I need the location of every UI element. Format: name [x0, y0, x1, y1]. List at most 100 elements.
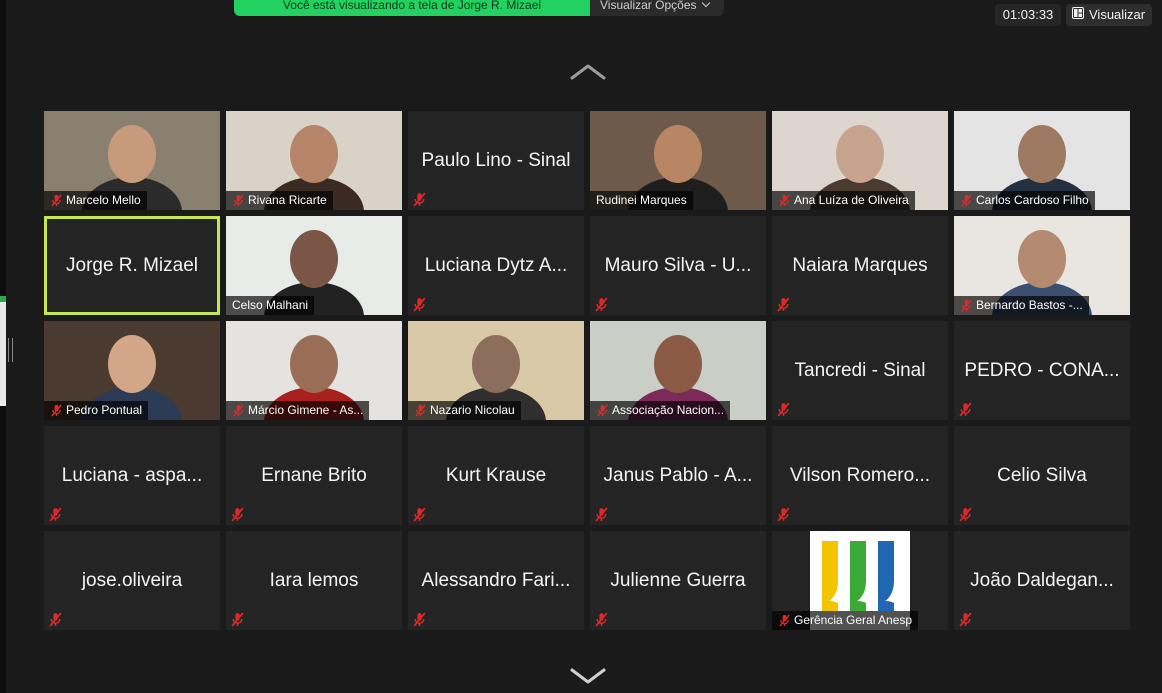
participant-name: Naiara Marques [792, 255, 928, 276]
muted-mic-icon [961, 194, 972, 207]
view-button-label: Visualizar [1089, 7, 1146, 22]
participant-tile[interactable]: Rudinei Marques [590, 111, 766, 210]
participant-tile[interactable]: Bernardo Bastos -... [954, 216, 1130, 315]
participant-name-tag: Nazario Nicolau [408, 401, 521, 420]
muted-mic-icon [415, 404, 426, 417]
background-window-sliver [0, 296, 6, 406]
muted-mic-icon [779, 194, 790, 207]
participant-tile[interactable]: Naiara Marques [772, 216, 948, 315]
participant-name-tag: Pedro Pontual [44, 401, 149, 420]
participant-name: Tancredi - Sinal [794, 360, 926, 381]
participant-name: Márcio Gimene - As... [248, 403, 364, 417]
participant-name: Marcelo Mello [66, 193, 141, 207]
participant-name-tag: Rivana Ricarte [226, 191, 333, 210]
participant-name: Kurt Krause [445, 465, 547, 486]
meeting-timer: 01:03:33 [995, 4, 1061, 26]
resize-handle[interactable] [8, 338, 13, 362]
participant-name: Pedro Pontual [66, 403, 143, 417]
participant-name: jose.oliveira [81, 570, 183, 591]
participant-name: Luciana - aspa... [61, 465, 203, 486]
participant-head [290, 125, 338, 183]
participant-name-tag: Bernardo Bastos -... [954, 296, 1089, 315]
participant-name-tag: Carlos Cardoso Filho [954, 191, 1095, 210]
participant-tile[interactable]: Iara lemos [226, 531, 402, 630]
participant-tile[interactable]: Rivana Ricarte [226, 111, 402, 210]
muted-mic-icon [595, 507, 608, 522]
muted-mic-icon [233, 194, 244, 207]
muted-mic-icon [777, 402, 790, 417]
participant-tile[interactable]: Tancredi - Sinal [772, 321, 948, 420]
participant-name: Mauro Silva - U... [604, 255, 752, 276]
participant-head [472, 335, 520, 393]
participant-name: Bernardo Bastos -... [976, 298, 1083, 312]
participant-tile[interactable]: jose.oliveira [44, 531, 220, 630]
muted-mic-icon [231, 507, 244, 522]
participant-tile[interactable]: Marcelo Mello [44, 111, 220, 210]
view-layout-button[interactable]: Visualizar [1066, 4, 1152, 26]
participant-tile[interactable]: Jorge R. Mizael [44, 216, 220, 315]
participant-tile[interactable]: Carlos Cardoso Filho [954, 111, 1130, 210]
participant-name-tag: Rudinei Marques [590, 191, 693, 210]
muted-mic-icon [595, 297, 608, 312]
muted-mic-icon [595, 612, 608, 627]
participant-tile[interactable]: Pedro Pontual [44, 321, 220, 420]
muted-mic-icon [413, 612, 426, 627]
participant-tile[interactable]: Nazario Nicolau [408, 321, 584, 420]
participant-tile[interactable]: João Daldegan... [954, 531, 1130, 630]
participant-name-tag: Márcio Gimene - As... [226, 401, 370, 420]
participant-head [1018, 230, 1066, 288]
participant-tile[interactable]: Mauro Silva - U... [590, 216, 766, 315]
muted-mic-icon [49, 612, 62, 627]
participant-tile[interactable]: Luciana - aspa... [44, 426, 220, 525]
participant-name: Luciana Dytz A... [424, 255, 568, 276]
participant-name-tag: Celso Malhani [226, 296, 315, 315]
muted-mic-icon [233, 404, 244, 417]
participant-tile[interactable]: Márcio Gimene - As... [226, 321, 402, 420]
participant-tile[interactable]: Associação Nacion... [590, 321, 766, 420]
participant-head [654, 125, 702, 183]
participant-name: Gerência Geral Anesp [794, 613, 913, 627]
muted-mic-icon [49, 507, 62, 522]
muted-mic-icon [959, 612, 972, 627]
participant-tile[interactable]: Julienne Guerra [590, 531, 766, 630]
participant-name: João Daldegan... [970, 570, 1114, 591]
participant-name-tag: Ana Luíza de Oliveira [772, 191, 915, 210]
participant-tile[interactable]: Luciana Dytz A... [408, 216, 584, 315]
muted-mic-icon [413, 192, 426, 207]
participant-head [1018, 125, 1066, 183]
muted-mic-icon [597, 404, 608, 417]
sharing-status-text: Você está visualizando a tela de Jorge R… [234, 0, 590, 16]
muted-mic-icon [961, 299, 972, 312]
muted-mic-icon [777, 297, 790, 312]
participant-tile[interactable]: Paulo Lino - Sinal [408, 111, 584, 210]
participant-tile[interactable]: PEDRO - CONA... [954, 321, 1130, 420]
participant-name: Celio Silva [997, 465, 1087, 486]
participant-name: Janus Pablo - A... [603, 465, 753, 486]
participant-name: Iara lemos [269, 570, 359, 591]
participant-name: Carlos Cardoso Filho [976, 193, 1089, 207]
participant-tile[interactable]: Ana Luíza de Oliveira [772, 111, 948, 210]
next-page-chevron-icon[interactable] [570, 666, 606, 686]
participant-tile[interactable]: Celso Malhani [226, 216, 402, 315]
participant-head [108, 125, 156, 183]
previous-page-chevron-icon[interactable] [570, 62, 606, 82]
participant-tile[interactable]: Alessandro Fari... [408, 531, 584, 630]
muted-mic-icon [779, 614, 790, 627]
muted-mic-icon [51, 404, 62, 417]
view-options-button[interactable]: Visualizar Opções [590, 0, 724, 16]
participant-tile[interactable]: Kurt Krause [408, 426, 584, 525]
muted-mic-icon [959, 507, 972, 522]
participant-name: PEDRO - CONA... [964, 360, 1120, 381]
participant-name: Ana Luíza de Oliveira [794, 193, 909, 207]
participant-tile[interactable]: Ernane Brito [226, 426, 402, 525]
participant-tile[interactable]: Gerência Geral Anesp [772, 531, 948, 630]
participant-tile[interactable]: Vilson Romero... [772, 426, 948, 525]
participant-name: Vilson Romero... [789, 465, 931, 486]
participant-tile[interactable]: Celio Silva [954, 426, 1130, 525]
chevron-down-icon [701, 0, 710, 8]
gallery-grid: Marcelo Mello Rivana Ricarte Paulo Lino - … [44, 111, 1130, 630]
muted-mic-icon [231, 612, 244, 627]
participant-tile[interactable]: Janus Pablo - A... [590, 426, 766, 525]
muted-mic-icon [413, 507, 426, 522]
participant-name-tag: Marcelo Mello [44, 191, 147, 210]
